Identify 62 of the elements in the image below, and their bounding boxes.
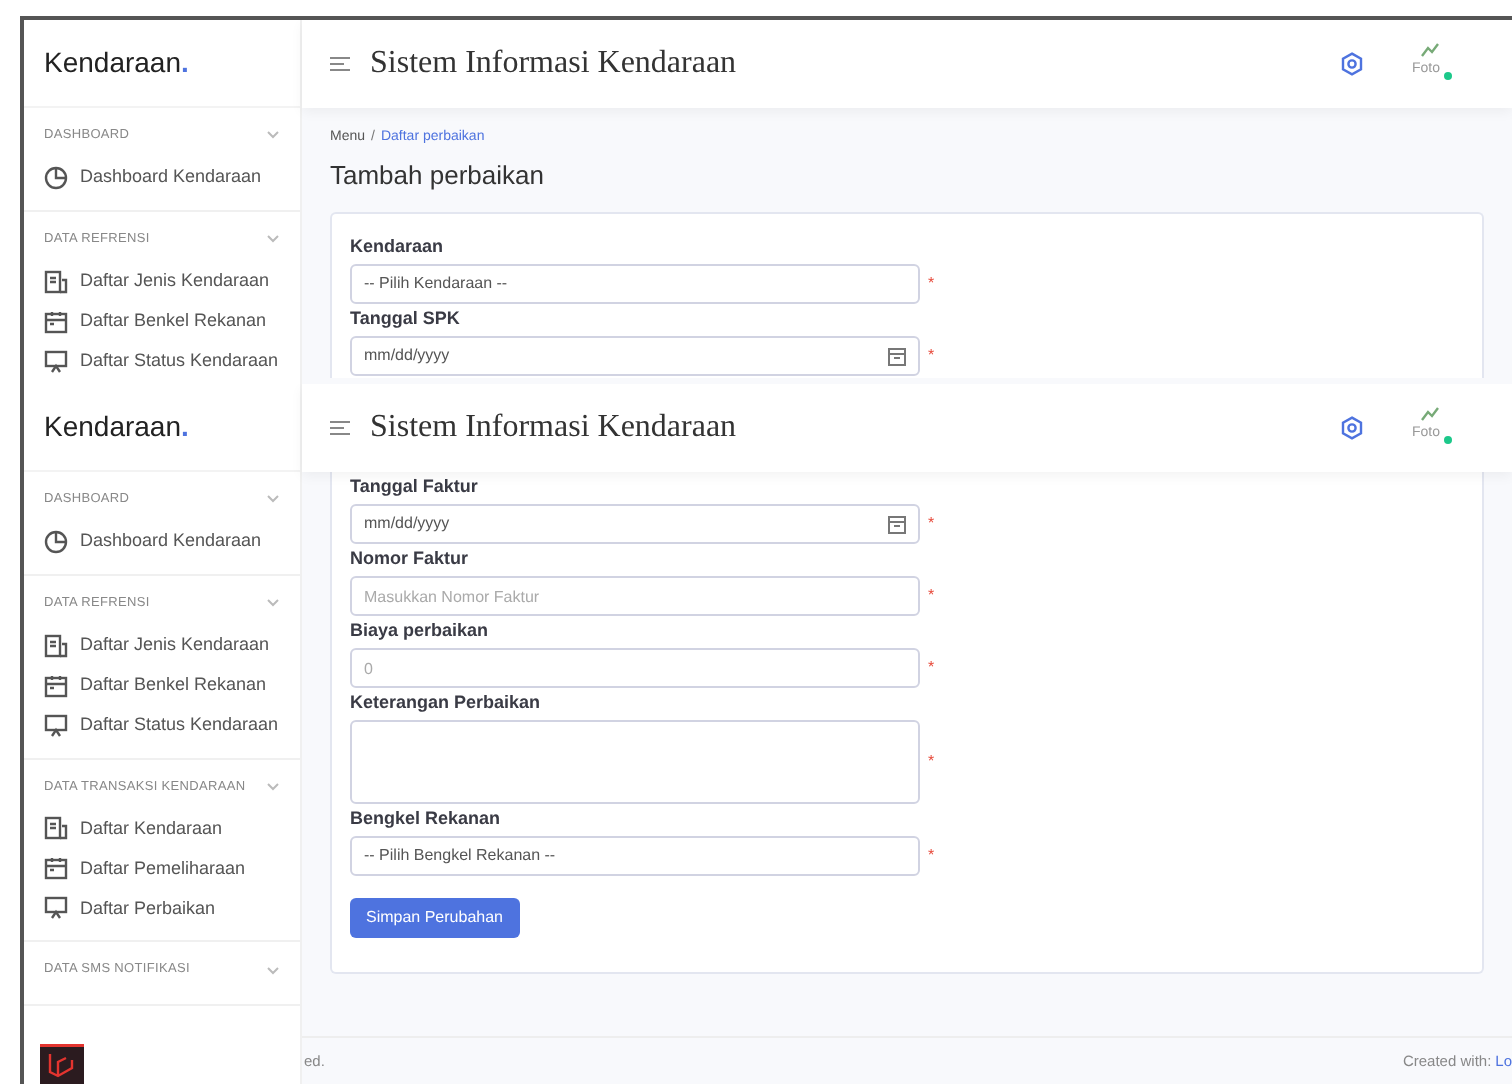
page-title: Tambah perbaikan — [330, 157, 546, 194]
chevron-down-icon — [266, 781, 280, 792]
sidebar-item[interactable]: Daftar Status Kendaraan — [44, 341, 280, 381]
settings-icon — [1340, 52, 1364, 76]
required-mark: * — [928, 272, 935, 296]
calendar-icon — [888, 347, 906, 365]
chevron-down-icon — [266, 234, 280, 245]
field-label: Bengkel Rekanan — [350, 806, 503, 830]
chevron-down-icon — [266, 965, 280, 976]
logo-icon — [40, 1044, 84, 1084]
required-mark: * — [928, 344, 935, 368]
app-title: Sistem Informasi Kendaraan — [370, 44, 739, 84]
chevron-down-icon — [266, 598, 280, 609]
document-icon — [44, 269, 68, 293]
logo-text: Kendaraan. — [44, 408, 189, 446]
calendar-icon — [888, 515, 906, 533]
date-field[interactable]: mm/dd/yyyy — [350, 504, 920, 544]
save-button[interactable]: Simpan Perubahan — [350, 898, 519, 938]
settings-icon — [1340, 416, 1364, 440]
required-mark: * — [928, 584, 935, 608]
calendar-icon — [44, 673, 68, 697]
sidebar-item[interactable]: Dashboard Kendaraan — [44, 157, 280, 198]
monitor-icon — [44, 896, 68, 921]
chevron-down-icon — [266, 130, 280, 141]
date-field[interactable]: mm/dd/yyyy — [350, 336, 920, 376]
field-label: Kendaraan — [350, 234, 446, 258]
monitor-icon — [44, 713, 68, 737]
input-field[interactable]: 0 — [350, 648, 920, 688]
field-label: Keterangan Perbaikan — [350, 690, 543, 714]
sidebar-item[interactable]: Daftar Benkel Rekanan — [44, 665, 280, 705]
sidebar-item[interactable]: Daftar Benkel Rekanan — [44, 301, 280, 341]
sidebar-item[interactable]: Daftar Jenis Kendaraan — [44, 261, 280, 301]
select-field[interactable]: -- Pilih Bengkel Rekanan -- — [350, 836, 920, 876]
select-field[interactable]: -- Pilih Kendaraan -- — [350, 264, 920, 304]
sidebar-item[interactable]: Daftar Jenis Kendaraan — [44, 625, 280, 665]
text-area[interactable] — [350, 720, 920, 804]
sidebar-item[interactable]: Daftar Kendaraan — [44, 808, 280, 849]
sidebar-item[interactable]: Dashboard Kendaraan — [44, 521, 280, 562]
sidebar-item[interactable]: Daftar Status Kendaraan — [44, 705, 280, 745]
sidebar-item[interactable]: Daftar Perbaikan — [44, 888, 280, 929]
field-label: Tanggal Faktur — [350, 474, 480, 498]
field-label: Nomor Faktur — [350, 546, 471, 570]
calendar-icon — [44, 309, 68, 333]
logo-text: Kendaraan. — [44, 44, 189, 82]
monitor-icon — [44, 349, 68, 373]
required-mark: * — [928, 512, 935, 536]
document-icon — [44, 633, 68, 657]
calendar-icon — [44, 856, 68, 881]
pie-chart-icon — [44, 529, 68, 554]
app-title: Sistem Informasi Kendaraan — [370, 408, 739, 448]
chevron-down-icon — [266, 494, 280, 505]
required-mark: * — [928, 750, 935, 774]
field-label: Biaya perbaikan — [350, 618, 491, 642]
sidebar-item[interactable]: Daftar Pemeliharaan — [44, 848, 280, 889]
input-field[interactable]: Masukkan Nomor Faktur — [350, 576, 920, 616]
menu-icon — [330, 420, 350, 436]
required-mark: * — [928, 656, 935, 680]
pie-chart-icon — [44, 165, 68, 190]
document-icon — [44, 816, 68, 841]
required-mark: * — [928, 844, 935, 868]
menu-icon — [330, 56, 350, 72]
field-label: Tanggal SPK — [350, 306, 462, 330]
